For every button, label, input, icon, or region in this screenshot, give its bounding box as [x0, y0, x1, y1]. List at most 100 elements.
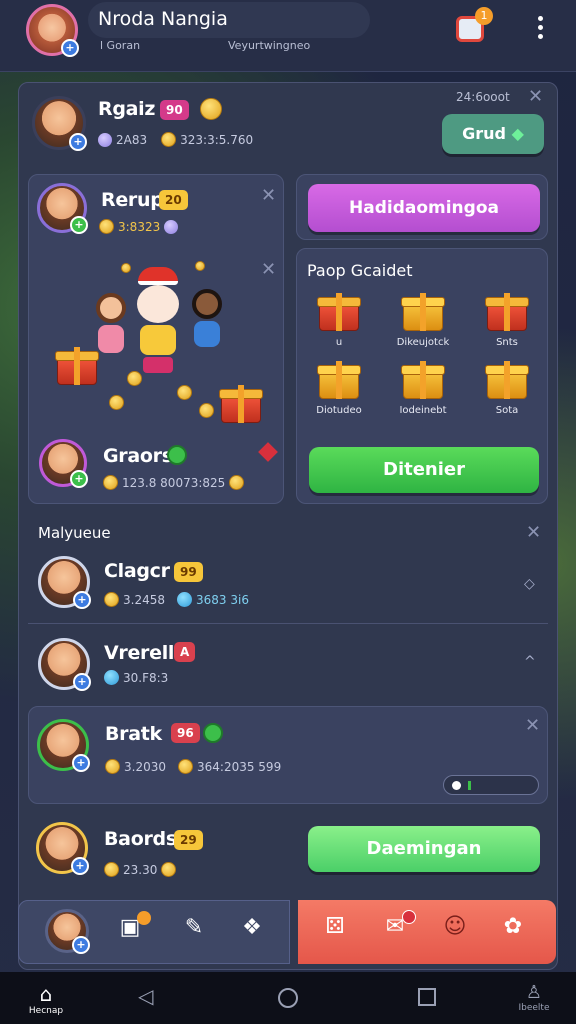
gift-item[interactable]: Sota: [465, 361, 549, 423]
edit-icon[interactable]: ✎: [179, 915, 209, 940]
mail-badge: [402, 910, 416, 924]
purple-action-button[interactable]: Hadidaomingoa: [308, 184, 540, 232]
stats-row: 23.30: [104, 862, 177, 877]
footer-name: Graors: [103, 445, 173, 467]
recents-icon[interactable]: [418, 988, 436, 1006]
check-icon: [203, 723, 223, 743]
coin-icon: [229, 475, 245, 490]
close-icon[interactable]: ✕: [526, 524, 541, 542]
home-circle-icon[interactable]: [278, 988, 298, 1008]
character-boy: [189, 289, 225, 349]
gift-item[interactable]: Snts: [465, 293, 549, 355]
gem-count: 30.F8:3: [123, 670, 169, 685]
diamond-icon: ◆: [511, 124, 524, 143]
red-gem-icon: [258, 442, 278, 462]
player-avatar[interactable]: +: [26, 4, 79, 57]
expand-icon[interactable]: ◇: [524, 576, 535, 592]
avatar: +: [36, 822, 89, 875]
player-name: Bratk: [105, 723, 162, 745]
close-icon[interactable]: ✕: [261, 187, 276, 205]
settings-icon[interactable]: ✿: [498, 914, 528, 939]
coin-count: 23.30: [123, 862, 158, 877]
gift-box-icon: [401, 293, 445, 331]
bottom-toolbar-left: + ▣ ✎ ❖: [18, 900, 290, 964]
profile-avatar[interactable]: +: [45, 909, 90, 954]
back-icon[interactable]: ◁: [138, 984, 153, 1008]
gift-box: [55, 347, 99, 385]
status-line-2: Veyurtwingneo: [228, 39, 311, 52]
avatar: +: [38, 556, 91, 609]
gift-box-icon: [317, 293, 361, 331]
gift-item[interactable]: u: [297, 293, 381, 355]
list-item[interactable]: + Vrerello A 30.F8:3 ^: [28, 630, 548, 702]
close-icon[interactable]: ✕: [528, 88, 543, 106]
avatar: +: [38, 638, 91, 691]
coin-icon: [104, 592, 119, 607]
check-icon: [167, 445, 187, 465]
person-icon: ♙: [525, 982, 543, 1003]
avatar: +: [32, 96, 87, 151]
green-action-button[interactable]: Daemingan: [308, 826, 540, 872]
stats-row: 123.8 80073:825: [103, 475, 245, 490]
level-badge: 99: [174, 562, 203, 582]
close-icon[interactable]: ✕: [525, 717, 540, 735]
gift-item[interactable]: Dikeujotck: [381, 293, 465, 355]
gift-box-icon: [485, 293, 529, 331]
coin-icon: [199, 403, 214, 418]
character-hero: [135, 267, 181, 377]
profile-tab[interactable]: ♙ Ibeelte: [512, 982, 556, 1013]
coin-count: 3.2030: [124, 759, 166, 774]
stats-row: 3.2458 3683 3i6: [104, 592, 249, 607]
add-icon: +: [73, 673, 91, 691]
kebab-menu-icon[interactable]: [534, 14, 546, 42]
player-name: Clagcr: [104, 560, 170, 582]
left-event-card: + Rerup 20 3:8323 ✕ ✕ + Graors 123.8 800…: [28, 174, 284, 504]
guard-button[interactable]: Grud ◆: [442, 114, 544, 154]
list-item[interactable]: + Baords 29 23.30 Daemingan: [28, 814, 548, 894]
stats-row: 2A83 323:3:5.760: [98, 132, 253, 147]
add-icon: +: [73, 591, 91, 609]
coin-icon: [161, 862, 177, 877]
add-icon: +: [72, 936, 90, 954]
add-icon: +: [71, 857, 89, 875]
gift-item[interactable]: Iodeinebt: [381, 361, 465, 423]
cards-icon[interactable]: ❖: [237, 915, 267, 940]
character-girl: [93, 293, 129, 353]
friends-icon[interactable]: ☺: [440, 914, 470, 939]
gift-panel-title: Paop Gcaidet: [307, 261, 413, 280]
gem-icon: [164, 219, 179, 234]
gift-box-icon: [317, 361, 361, 399]
gift-label: u: [335, 337, 343, 348]
gem-count: 3683 3i6: [196, 592, 249, 607]
player-name: Nroda Nangia: [98, 8, 228, 30]
add-icon: +: [72, 754, 90, 772]
list-item[interactable]: + Clagcr 99 3.2458 3683 3i6 ◇: [28, 552, 548, 624]
gift-label: Snts: [496, 337, 518, 348]
deliver-button[interactable]: Ditenier: [309, 447, 539, 493]
coin-icon: [195, 261, 205, 271]
guard-label: Grud: [462, 124, 506, 143]
gift-box-icon: [485, 361, 529, 399]
home-label: Hecnap: [28, 1006, 64, 1016]
avatar: +: [39, 439, 88, 488]
stats-row: 30.F8:3: [104, 670, 168, 685]
top-header: + Nroda Nangia l Goran Veyurtwingneo 1: [0, 0, 576, 72]
gem-icon: [104, 670, 119, 685]
coin-count: 3.2458: [123, 592, 165, 607]
home-tab[interactable]: ⌂ Hecnap: [26, 982, 66, 1016]
level-badge: 29: [174, 830, 203, 850]
gift-box: [219, 385, 263, 423]
medal-icon: [200, 98, 222, 120]
gift-grid: u Dikeujotck Snts Diotudeo Iodeinebt Sota: [297, 293, 549, 433]
coin-count: 323:3:5.760: [180, 132, 254, 147]
toggle-slider[interactable]: [443, 775, 539, 795]
add-friend-icon: +: [61, 39, 79, 57]
gift-item[interactable]: Diotudeo: [297, 361, 381, 423]
list-item-expanded[interactable]: + Bratk 96 3.2030 364:2035 599 ✕: [28, 706, 548, 804]
gift-label: Iodeinebt: [399, 405, 447, 416]
dice-icon[interactable]: ⚄: [320, 914, 350, 939]
inbox-button[interactable]: 1: [456, 7, 493, 42]
collapse-icon[interactable]: ^: [524, 654, 536, 670]
celebration-illustration: [49, 255, 265, 423]
bottom-toolbar-right: ⚄ ✉ ☺ ✿: [298, 900, 556, 964]
